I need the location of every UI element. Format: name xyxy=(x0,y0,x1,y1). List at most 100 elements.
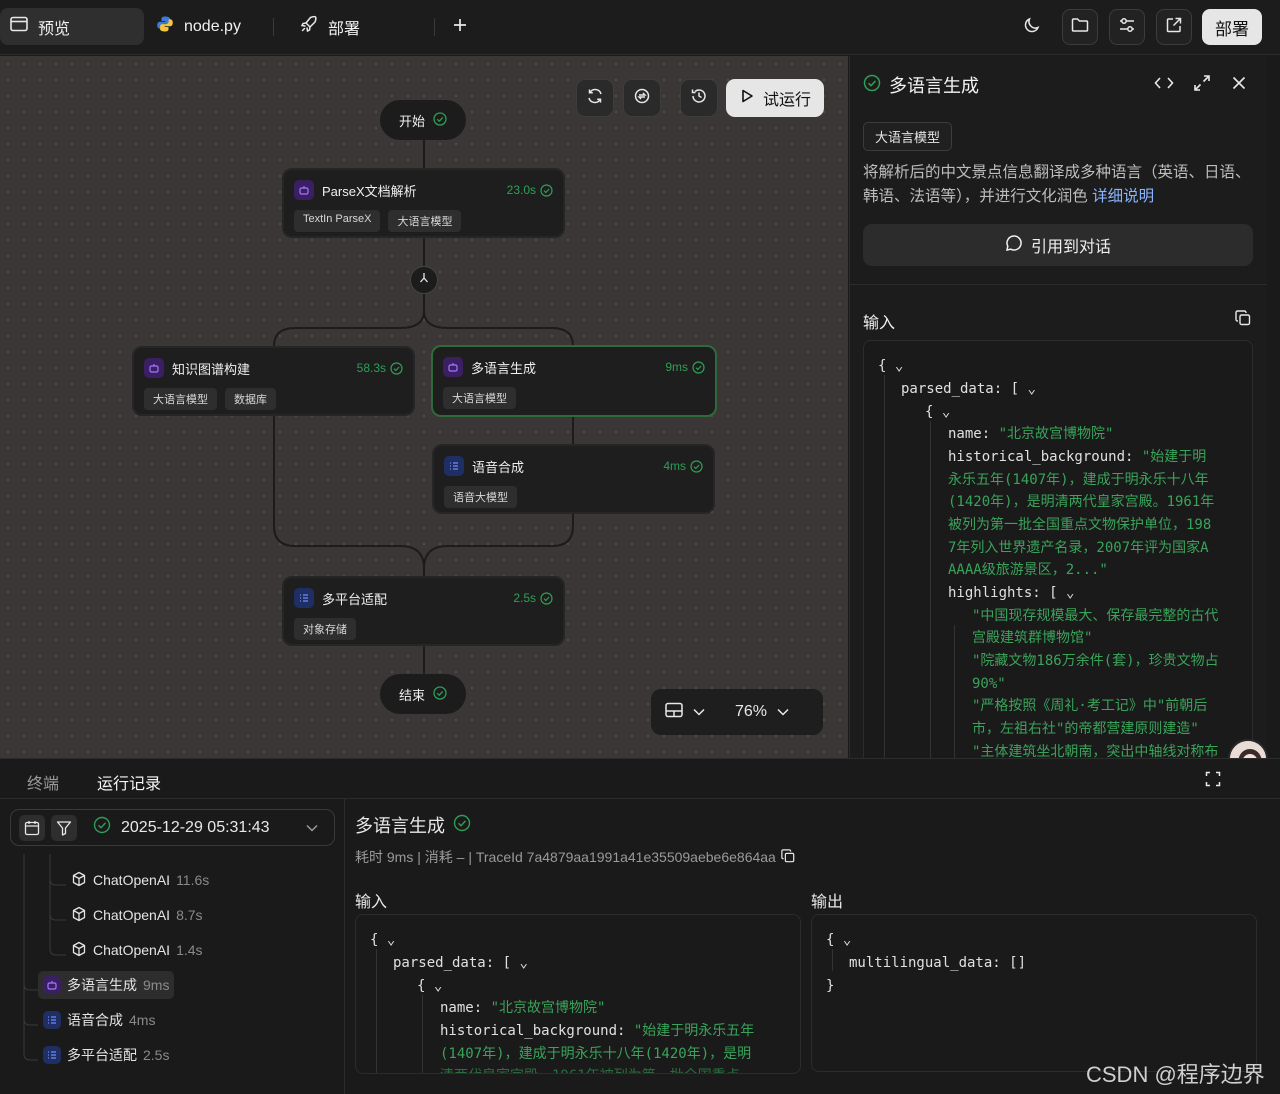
filter-icon[interactable] xyxy=(51,814,77,841)
external-link-icon xyxy=(1165,16,1183,39)
json-line: } xyxy=(826,978,835,994)
list-icon xyxy=(444,456,464,476)
list-icon xyxy=(43,1011,61,1029)
watermark: CSDN @程序边界 xyxy=(1086,1062,1265,1087)
copy-icon[interactable] xyxy=(781,848,795,866)
robot-icon xyxy=(443,357,463,377)
description-text: 将解析后的中文景点信息翻译成多种语言（英语、日语、韩语、法语等），并进行文化润色 xyxy=(863,164,1251,205)
tab-preview[interactable]: 预览 xyxy=(0,8,144,45)
indent-guide xyxy=(832,949,833,971)
start-label: 开始 xyxy=(398,113,425,129)
workflow-canvas[interactable]: 试运行 开始 ParseX文档解析 23.0s TextIn ParseX 大语… xyxy=(0,56,848,758)
multilingual-node[interactable]: 多语言生成 9ms 大语言模型 xyxy=(431,345,717,417)
indent-guide xyxy=(376,949,377,1073)
zoom-control: 76% xyxy=(651,689,823,735)
sync-button[interactable] xyxy=(623,79,661,117)
run-selector[interactable]: 2025-12-29 05:31:43 xyxy=(10,809,335,846)
close-panel-button[interactable] xyxy=(1228,74,1250,96)
settings-button[interactable] xyxy=(1109,9,1145,45)
cite-to-chat-button[interactable]: 引用到对话 xyxy=(863,224,1253,266)
json-line[interactable]: parsed_data: [ ⌄ xyxy=(393,952,528,975)
json-line[interactable]: { ⌄ xyxy=(826,929,851,952)
knowledge-graph-node[interactable]: 知识图谱构建 58.3s 大语言模型 数据库 xyxy=(132,346,415,416)
chevron-down-icon: ⌄ xyxy=(1027,381,1036,397)
tts-node[interactable]: 语音合成 4ms 语音大模型 xyxy=(432,444,715,514)
tree-time: 1.4s xyxy=(176,942,203,958)
edge-kg-merge xyxy=(273,415,425,569)
json-line: 市，左祖右社"的帝都营建原则建造" xyxy=(972,721,1199,737)
node-title: 多平台适配 xyxy=(322,591,388,607)
tree-label: 多平台适配 xyxy=(67,1047,137,1063)
tree-label: ChatOpenAI xyxy=(93,942,171,958)
parse-node[interactable]: ParseX文档解析 23.0s TextIn ParseX 大语言模型 xyxy=(282,168,565,238)
json-line: AAAA级旅游景区，2..." xyxy=(948,562,1108,578)
expand-button[interactable] xyxy=(1191,74,1213,96)
tab-label: 部署 xyxy=(328,20,361,38)
check-icon xyxy=(433,685,447,703)
model-tag: 大语言模型 xyxy=(863,122,953,151)
refresh-icon xyxy=(586,87,604,110)
tree-item-chatopenai[interactable]: ChatOpenAI 1.4s xyxy=(66,936,208,964)
tree-item-multiplatform[interactable]: 多平台适配 2.5s xyxy=(38,1041,174,1069)
tree-label: ChatOpenAI xyxy=(93,907,171,923)
start-node[interactable]: 开始 xyxy=(380,100,466,140)
refresh-button[interactable] xyxy=(576,79,614,117)
chevron-down-icon: ⌄ xyxy=(386,932,396,948)
moon-icon xyxy=(1023,16,1041,39)
deploy-button[interactable]: 部署 xyxy=(1202,9,1262,45)
chevron-down-icon[interactable] xyxy=(777,703,789,721)
json-line[interactable]: highlights: [ ⌄ xyxy=(948,582,1074,605)
details-link[interactable]: 详细说明 xyxy=(1092,188,1154,205)
chevron-down-icon[interactable] xyxy=(693,703,705,721)
chevron-down-icon: ⌄ xyxy=(1066,585,1075,601)
json-line: 永乐五年(1407年)，建成于明永乐十八年 xyxy=(948,472,1209,488)
parallel-branch-node[interactable] xyxy=(410,266,438,294)
tree-item-multilingual[interactable]: 多语言生成 9ms xyxy=(38,971,175,999)
json-line[interactable]: { ⌄ xyxy=(878,355,903,378)
layout-icon[interactable] xyxy=(665,702,683,723)
robot-icon xyxy=(144,358,164,378)
cube-icon xyxy=(71,941,87,960)
tree-item-chatopenai[interactable]: ChatOpenAI 8.7s xyxy=(66,901,208,929)
code-view-button[interactable] xyxy=(1153,74,1175,96)
tab-terminal[interactable]: 终端 xyxy=(27,770,59,794)
indent-guide xyxy=(930,421,931,758)
node-time: 58.3s xyxy=(357,361,403,375)
input-json-viewer: { ⌄ parsed_data: [ ⌄ { ⌄ name: "北京故宫博物院"… xyxy=(863,340,1253,758)
tree-item-chatopenai[interactable]: ChatOpenAI 11.6s xyxy=(66,866,214,894)
test-run-button[interactable]: 试运行 xyxy=(726,79,824,117)
copy-button[interactable] xyxy=(1235,310,1251,331)
json-line[interactable]: { ⌄ xyxy=(370,929,395,952)
json-line: 7年列入世界遗产名录，2007年评为国家A xyxy=(948,540,1209,556)
history-button[interactable] xyxy=(680,79,718,117)
check-icon xyxy=(453,814,471,837)
run-meta-text: 耗时 9ms | 消耗 – | TraceId 7a4879aa1991a41e… xyxy=(355,849,776,865)
add-tab-button[interactable] xyxy=(442,9,478,45)
node-tag: 大语言模型 xyxy=(144,388,217,410)
run-detail-title: 多语言生成 xyxy=(355,812,471,838)
calendar-icon[interactable] xyxy=(19,814,45,841)
tab-deploy[interactable]: 部署 xyxy=(290,8,370,45)
fullscreen-button[interactable] xyxy=(1205,771,1221,792)
open-external-button[interactable] xyxy=(1156,9,1192,45)
tab-divider xyxy=(273,18,274,36)
tab-node-py[interactable]: node.py xyxy=(146,8,251,45)
chevron-down-icon: ⌄ xyxy=(842,932,852,948)
zoom-level[interactable]: 76% xyxy=(735,703,767,721)
chevron-down-icon xyxy=(306,819,318,837)
theme-toggle-button[interactable] xyxy=(1014,9,1050,45)
edge-tts-merge xyxy=(423,513,574,569)
folder-button[interactable] xyxy=(1062,9,1098,45)
rocket-icon xyxy=(300,15,318,38)
json-line[interactable]: parsed_data: [ ⌄ xyxy=(901,378,1036,401)
end-node[interactable]: 结束 xyxy=(380,674,466,714)
cite-label: 引用到对话 xyxy=(1030,239,1111,256)
list-icon xyxy=(43,1046,61,1064)
tab-run-history[interactable]: 运行记录 xyxy=(97,770,161,794)
json-line[interactable]: { ⌄ xyxy=(417,975,442,998)
json-line[interactable]: { ⌄ xyxy=(925,401,950,424)
node-time: 23.0s xyxy=(507,183,553,197)
tree-item-tts[interactable]: 语音合成 4ms xyxy=(38,1006,160,1034)
json-line: (1407年)，建成于明永乐十八年(1420年)，是明 xyxy=(440,1046,752,1062)
multiplatform-node[interactable]: 多平台适配 2.5s 对象存储 xyxy=(282,576,565,646)
